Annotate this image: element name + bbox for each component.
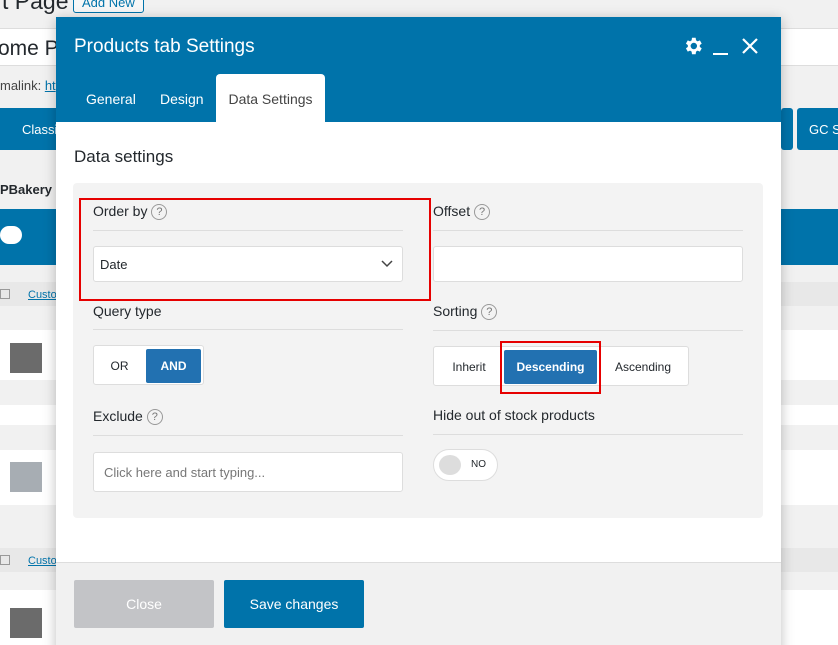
offset-label: Offset? <box>433 203 491 220</box>
order-by-value: Date <box>100 257 128 272</box>
sorting-toggle: Inherit Descending Ascending <box>433 346 689 386</box>
help-icon[interactable]: ? <box>151 204 168 220</box>
divider <box>433 230 743 231</box>
exclude-label-text: Exclude <box>93 408 143 424</box>
gear-icon[interactable] <box>682 35 704 57</box>
offset-input[interactable] <box>433 246 743 282</box>
bg-thumbnail <box>10 343 42 373</box>
bg-permalink-label: malink: <box>0 78 42 93</box>
bg-custom-link[interactable]: Custo <box>28 555 57 567</box>
divider <box>93 435 403 436</box>
hide-out-of-stock-label: Hide out of stock products <box>433 407 595 423</box>
bg-thumbnail <box>10 608 42 638</box>
modal-header: Products tab Settings General Design Dat… <box>56 17 781 122</box>
tab-data-settings[interactable]: Data Settings <box>216 74 325 122</box>
modal-body: Data settings Order by? Date Offset? Que… <box>56 122 781 562</box>
offset-label-text: Offset <box>433 203 471 219</box>
tab-design[interactable]: Design <box>160 74 204 122</box>
bg-wpbakery-label: PBakery F <box>0 182 64 197</box>
modal-title: Products tab Settings <box>74 36 255 57</box>
divider <box>93 230 403 231</box>
exclude-label: Exclude? <box>93 408 163 425</box>
query-type-and-button[interactable]: AND <box>146 349 201 383</box>
bg-page-title: t Page <box>2 0 69 14</box>
bg-editor-button[interactable] <box>781 108 793 150</box>
sorting-label-text: Sorting <box>433 303 478 319</box>
sorting-descending-button[interactable]: Descending <box>504 350 597 384</box>
close-icon[interactable] <box>739 35 761 57</box>
exclude-input[interactable]: Click here and start typing... <box>93 452 403 492</box>
bg-custom-link[interactable]: Custo <box>28 289 57 301</box>
save-changes-button[interactable]: Save changes <box>224 580 364 628</box>
divider <box>433 330 743 331</box>
tab-general[interactable]: General <box>86 74 136 122</box>
minimize-icon[interactable] <box>710 35 732 57</box>
sorting-ascending-button[interactable]: Ascending <box>601 350 685 384</box>
hide-out-of-stock-toggle[interactable]: NO <box>433 449 498 481</box>
help-icon[interactable]: ? <box>481 304 498 320</box>
chevron-down-icon <box>380 257 394 271</box>
bg-gc-button[interactable]: GC S <box>797 108 838 150</box>
query-type-or-button[interactable]: OR <box>97 349 142 383</box>
settings-panel: Order by? Date Offset? Query type OR AND… <box>73 183 763 518</box>
query-type-toggle: OR AND <box>93 345 204 385</box>
close-button[interactable]: Close <box>74 580 214 628</box>
toggle-state-text: NO <box>471 459 486 470</box>
order-by-select[interactable]: Date <box>93 246 403 282</box>
sorting-label: Sorting? <box>433 303 498 320</box>
bg-wpbakery-logo-icon <box>0 226 22 244</box>
bg-thumbnail <box>10 462 42 492</box>
modal-footer: Close Save changes <box>56 562 781 645</box>
section-title: Data settings <box>74 147 174 166</box>
divider <box>93 329 403 330</box>
bg-move-icon[interactable] <box>0 555 10 565</box>
bg-post-title-text: ome P <box>0 37 59 60</box>
sorting-inherit-button[interactable]: Inherit <box>437 350 501 384</box>
divider <box>433 434 743 435</box>
bg-permalink: malink: ht <box>0 78 56 93</box>
bg-permalink-link[interactable]: ht <box>45 78 56 93</box>
products-tab-settings-modal: Products tab Settings General Design Dat… <box>56 17 781 645</box>
order-by-label-text: Order by <box>93 203 148 219</box>
toggle-knob <box>439 455 461 475</box>
help-icon[interactable]: ? <box>474 204 491 220</box>
help-icon[interactable]: ? <box>146 409 163 425</box>
query-type-label: Query type <box>93 303 162 319</box>
bg-move-icon[interactable] <box>0 289 10 299</box>
bg-add-new-button[interactable]: Add New <box>73 0 144 13</box>
order-by-label: Order by? <box>93 203 168 220</box>
